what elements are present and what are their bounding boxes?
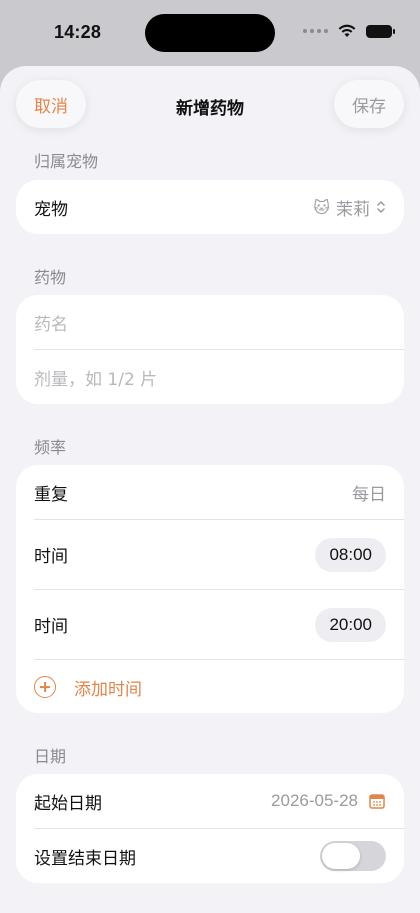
status-time: 14:28 (54, 22, 102, 42)
time-picker-button[interactable]: 20:00 (315, 607, 386, 642)
medicine-name-input[interactable]: 药名 (16, 295, 404, 349)
wifi-icon (338, 24, 356, 37)
pet-name-value: 茉莉 (336, 199, 370, 220)
start-date-value: 2026-05-28 (271, 791, 358, 810)
dose-placeholder: 剂量，如 1/2 片 (34, 369, 158, 390)
pet-picker-row[interactable]: 宠物 🐱 茉莉 (16, 180, 404, 234)
time-row: 时间 08:00 (16, 520, 404, 589)
end-date-row: 设置结束日期 (16, 829, 404, 883)
status-icons (303, 24, 395, 38)
calendar-icon (369, 794, 385, 809)
time-label: 时间 (34, 547, 68, 567)
repeat-value: 每日 (352, 484, 386, 505)
date-card: 起始日期 2026-05-28 设置结束日期 (16, 774, 404, 883)
time-label: 时间 (34, 617, 68, 637)
end-date-toggle[interactable] (320, 841, 386, 871)
pet-card: 宠物 🐱 茉莉 (16, 180, 404, 234)
section-label-date: 日期 (34, 747, 67, 766)
end-date-label: 设置结束日期 (34, 848, 136, 869)
start-date-label: 起始日期 (34, 793, 102, 814)
start-date-row[interactable]: 起始日期 2026-05-28 (16, 774, 404, 828)
chevron-up-down-icon (377, 201, 385, 213)
save-button[interactable]: 保存 (334, 80, 404, 128)
dynamic-island (145, 14, 275, 52)
add-medication-sheet: 取消 新增药物 保存 归属宠物 宠物 🐱 茉莉 药物 药名 剂量，如 1/2 片… (0, 66, 420, 913)
plus-circle-icon (34, 676, 56, 698)
pet-row-label: 宠物 (34, 199, 68, 220)
repeat-row[interactable]: 重复 每日 (16, 465, 404, 519)
cellular-signal-icon (303, 29, 328, 33)
section-label-pet: 归属宠物 (34, 152, 99, 171)
repeat-label: 重复 (34, 484, 68, 505)
section-label-frequency: 频率 (34, 438, 67, 457)
time-row: 时间 20:00 (16, 590, 404, 659)
status-bar: 14:28 (0, 0, 420, 66)
battery-icon (366, 24, 395, 38)
medicine-card: 药名 剂量，如 1/2 片 (16, 295, 404, 404)
time-picker-button[interactable]: 08:00 (315, 537, 386, 572)
section-label-medicine: 药物 (34, 268, 67, 287)
medicine-name-placeholder: 药名 (34, 314, 68, 335)
frequency-card: 重复 每日 时间 08:00 时间 20:00 添加时间 (16, 465, 404, 713)
pet-emoji-icon: 🐱 (313, 197, 330, 217)
toggle-knob (322, 843, 360, 869)
add-time-button[interactable]: 添加时间 (16, 660, 404, 714)
add-time-label: 添加时间 (74, 679, 142, 700)
dose-input[interactable]: 剂量，如 1/2 片 (16, 350, 404, 404)
